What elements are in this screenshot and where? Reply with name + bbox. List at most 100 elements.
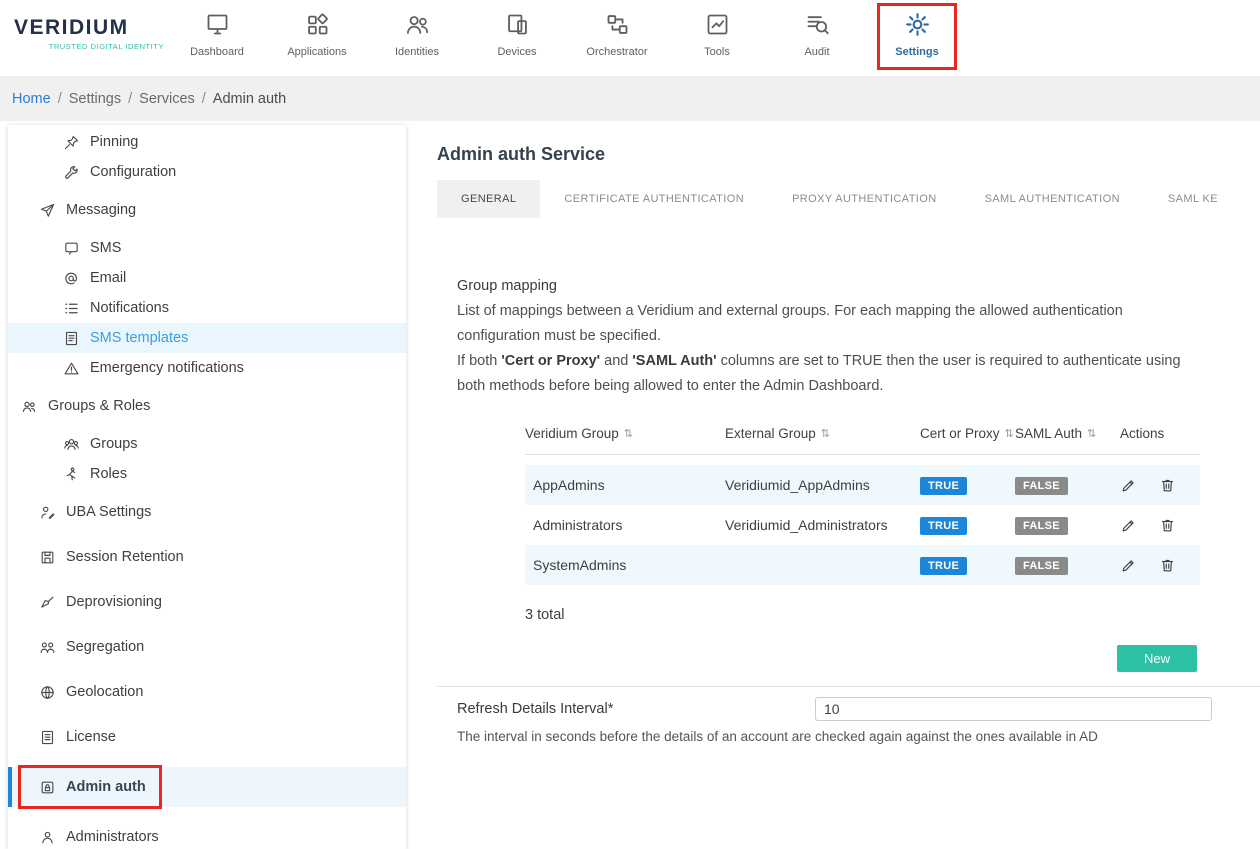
desc-text-mid: and [600,353,632,369]
pencil-icon [1120,517,1137,534]
table-header-label: Actions [1120,426,1164,441]
sidebar-item-admin-auth[interactable]: Admin auth [8,767,406,807]
desc-bold-saml-auth: 'SAML Auth' [632,353,716,369]
edit-button[interactable] [1120,477,1137,494]
status-badge-false: FALSE [1015,517,1068,535]
at-icon [63,270,80,287]
sidebar-item-label: SMS templates [90,330,188,346]
sidebar-item-label: Emergency notifications [90,360,244,376]
sort-icon[interactable]: ⇅ [821,427,830,440]
edit-button[interactable] [1120,557,1137,574]
sidebar-item-label: Segregation [66,639,144,655]
main-content: Admin auth Service GENERALCERTIFICATE AU… [437,125,1260,849]
tab-general[interactable]: GENERAL [437,180,540,218]
edit-button[interactable] [1120,517,1137,534]
cell-actions [1120,517,1200,534]
geolocation-icon [39,684,56,701]
sort-icon[interactable]: ⇅ [1005,427,1014,440]
sidebar-item-label: Notifications [90,300,169,316]
nav-item-devices[interactable]: Devices [467,6,567,70]
new-button[interactable]: New [1117,645,1197,672]
notifications-icon [63,300,80,317]
refresh-interval-label: Refresh Details Interval* [457,697,815,717]
template-icon [63,330,80,347]
sidebar-item-label: License [66,729,116,745]
nav-item-applications[interactable]: Applications [267,6,367,70]
tab-bar: GENERALCERTIFICATE AUTHENTICATIONPROXY A… [437,180,1260,218]
nav-item-dashboard[interactable]: Dashboard [167,6,267,70]
delete-button[interactable] [1159,557,1176,574]
sidebar-item-license[interactable]: License [8,722,406,752]
status-badge-true: TRUE [920,517,967,535]
table-header-actions: Actions [1120,426,1200,441]
top-nav-items: Dashboard Applications Identities DevicesOr… [167,6,967,70]
sidebar-item-label: UBA Settings [66,504,151,520]
group-mapping-title: Group mapping [457,278,1207,294]
breadcrumb-item-services[interactable]: Services [139,91,195,107]
sidebar-item-deprovisioning[interactable]: Deprovisioning [8,587,406,617]
table-header-veridium-group: Veridium Group ⇅ [525,426,725,441]
pencil-icon [1120,557,1137,574]
sidebar-item-messaging[interactable]: Messaging [8,195,406,225]
nav-item-label: Dashboard [190,46,244,58]
table-header-label: Veridium Group [525,426,619,441]
veridium-logo[interactable]: VERIDIUM TRUSTED DIGITAL IDENTITY [14,16,164,51]
tab-proxy-authentication[interactable]: PROXY AUTHENTICATION [768,180,961,218]
person-icon [39,829,56,846]
sidebar-item-session-retention[interactable]: Session Retention [8,542,406,572]
sidebar-item-segregation[interactable]: Segregation [8,632,406,662]
delete-button[interactable] [1159,517,1176,534]
cell-cert-or-proxy: TRUE [920,516,1015,535]
status-badge-false: FALSE [1015,557,1068,575]
applications-icon [304,11,331,38]
nav-item-identities[interactable]: Identities [367,6,467,70]
sidebar-item-notifications[interactable]: Notifications [8,293,406,323]
wrench-icon [63,164,80,181]
tab-certificate-authentication[interactable]: CERTIFICATE AUTHENTICATION [540,180,768,218]
nav-item-audit[interactable]: Audit [767,6,867,70]
table-row: AppAdminsVeridiumid_AppAdminsTRUEFALSE [525,465,1200,505]
nav-item-label: Identities [395,46,439,58]
sidebar-item-label: SMS [90,240,121,256]
nav-item-settings[interactable]: Settings [867,6,967,70]
nav-item-orchestrator[interactable]: Orchestrator [567,6,667,70]
tab-saml-ke[interactable]: SAML KE [1144,180,1242,218]
breadcrumb-separator: / [128,91,132,107]
trash-icon [1159,557,1176,574]
sidebar-item-administrators[interactable]: Administrators [8,822,406,849]
breadcrumb-item-settings[interactable]: Settings [69,91,121,107]
sidebar-item-geolocation[interactable]: Geolocation [8,677,406,707]
breadcrumb-item-admin-auth: Admin auth [213,91,286,107]
trash-icon [1159,517,1176,534]
sidebar-item-email[interactable]: Email [8,263,406,293]
sidebar-item-uba-settings[interactable]: UBA Settings [8,497,406,527]
roles-icon [63,466,80,483]
sort-icon[interactable]: ⇅ [624,427,633,440]
refresh-interval-input[interactable] [815,697,1212,721]
lock-icon [39,779,56,796]
tab-saml-authentication[interactable]: SAML AUTHENTICATION [961,180,1144,218]
table-header-label: SAML Auth [1015,426,1082,441]
sidebar-item-roles[interactable]: Roles [8,459,406,489]
table-row: SystemAdmins TRUEFALSE [525,545,1200,585]
sort-icon[interactable]: ⇅ [1087,427,1096,440]
nav-item-tools[interactable]: Tools [667,6,767,70]
breadcrumb-separator: / [58,91,62,107]
breadcrumb-item-home[interactable]: Home [12,91,51,107]
sidebar-item-groups-roles[interactable]: Groups & Roles [8,391,406,421]
cell-veridium-group: SystemAdmins [525,557,725,573]
sidebar-item-emergency-notifications[interactable]: Emergency notifications [8,353,406,383]
cell-cert-or-proxy: TRUE [920,556,1015,575]
group-mapping-description-2: If both 'Cert or Proxy' and 'SAML Auth' … [457,349,1207,399]
sidebar-item-configuration[interactable]: Configuration [8,157,406,187]
group-mapping-description-1: List of mappings between a Veridium and … [457,299,1207,349]
delete-button[interactable] [1159,477,1176,494]
nav-item-label: Settings [895,46,938,58]
settings-icon [904,11,931,38]
sidebar-item-groups[interactable]: Groups [8,429,406,459]
section-divider [437,686,1260,687]
group-mapping-section: Group mapping List of mappings between a… [457,278,1207,399]
sidebar-item-pinning[interactable]: Pinning [8,127,406,157]
sidebar-item-sms-templates[interactable]: SMS templates [8,323,406,353]
sidebar-item-sms[interactable]: SMS [8,233,406,263]
